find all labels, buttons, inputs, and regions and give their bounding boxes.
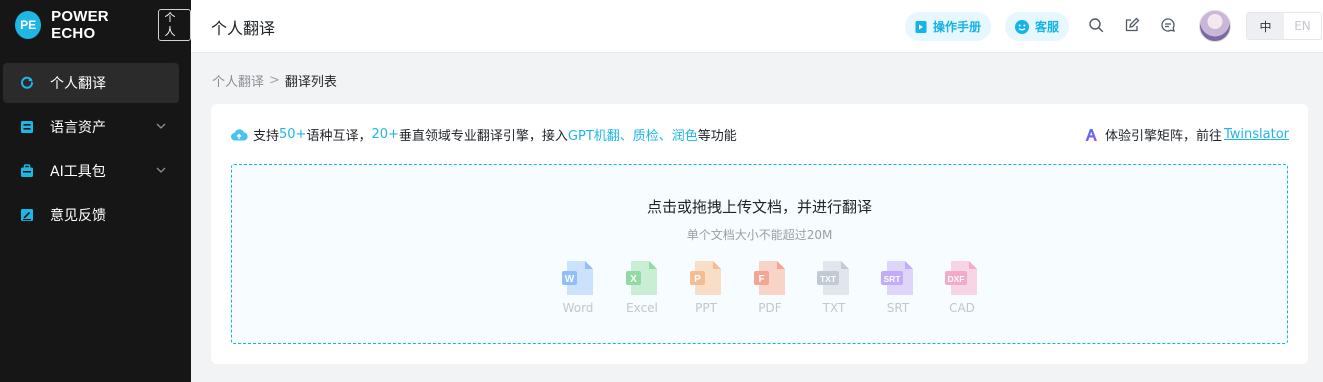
user-manual-label: 操作手册: [933, 20, 982, 34]
manual-icon: [914, 20, 928, 34]
format-label: CAD: [949, 301, 975, 315]
language-switch: 中 EN: [1246, 12, 1322, 40]
format-srt: SRT SRT: [866, 259, 930, 315]
page-title: 个人翻译: [211, 19, 276, 38]
smiley-icon: [1014, 19, 1030, 35]
file-badge-letter: P: [694, 274, 701, 285]
database-icon: [20, 120, 34, 134]
avatar[interactable]: [1199, 10, 1231, 42]
file-ppt-icon: P: [690, 261, 721, 295]
sidebar-item-label: 语言资产: [50, 120, 106, 136]
customer-service-label: 客服: [1035, 20, 1060, 34]
sidebar-item-personal-translation[interactable]: 个人翻译: [3, 63, 179, 103]
format-word: W Word: [546, 259, 610, 315]
feature-info: 支持 50+ 语种互译， 20+ 垂直领域专业翻译引擎，接入 GPT机翻、质检、…: [230, 125, 737, 144]
brand-name: POWER ECHO: [51, 8, 109, 42]
sidebar: PE POWER ECHO 个人 个人翻译 语言资产 AI工具包 意见反馈: [0, 0, 191, 382]
format-excel: X Excel: [610, 259, 674, 315]
engine-text: 体验引擎矩阵，前往: [1104, 129, 1222, 144]
customer-service-button[interactable]: 客服: [1005, 12, 1070, 41]
engine-matrix-info: 体验引擎矩阵，前往 Twinslator: [1084, 125, 1289, 144]
refresh-icon: [20, 76, 34, 90]
chat-icon[interactable]: [1160, 17, 1176, 33]
format-label: Word: [562, 301, 594, 315]
breadcrumb-root[interactable]: 个人翻译: [212, 71, 264, 90]
brand[interactable]: PE POWER ECHO 个人: [0, 0, 191, 50]
sidebar-item-label: 意见反馈: [50, 208, 106, 224]
search-icon[interactable]: [1088, 17, 1104, 33]
file-badge-letter: F: [758, 274, 764, 285]
sidebar-item-language-assets[interactable]: 语言资产: [3, 107, 179, 147]
file-pdf-icon: F: [754, 261, 785, 295]
format-label: TXT: [822, 301, 846, 315]
format-label: PPT: [695, 301, 717, 315]
file-badge-letter: DXF: [948, 274, 965, 284]
upload-dropzone[interactable]: 点击或拖拽上传文档，并进行翻译 单个文档大小不能超过20M W Word X Exce…: [231, 164, 1288, 344]
user-manual-button[interactable]: 操作手册: [905, 12, 992, 41]
cloud-icon: [230, 128, 248, 142]
info-highlight-languages: 50+: [279, 127, 307, 142]
format-label: PDF: [758, 301, 782, 315]
info-text: 语种互译，: [306, 129, 372, 144]
breadcrumb-current: 翻译列表: [284, 75, 337, 90]
chevron-down-icon: [156, 123, 166, 129]
file-badge-letter: W: [565, 274, 575, 285]
format-pdf: F PDF: [738, 259, 802, 315]
file-badge-letter: SRT: [884, 274, 902, 284]
upload-size-limit: 单个文档大小不能超过20M: [686, 228, 833, 242]
format-ppt: P PPT: [674, 259, 738, 315]
edit-note-icon: [20, 208, 34, 222]
upload-card: 支持 50+ 语种互译， 20+ 垂直领域专业翻译引擎，接入 GPT机翻、质检、…: [211, 104, 1308, 364]
file-badge-letter: X: [630, 274, 637, 285]
chevron-down-icon: [156, 167, 166, 173]
sidebar-item-feedback[interactable]: 意见反馈: [3, 195, 179, 235]
plan-badge: 个人: [158, 9, 191, 41]
format-cad: DXF CAD: [930, 259, 994, 315]
info-text: 支持: [253, 129, 280, 144]
brand-logo: PE: [15, 11, 42, 39]
twinslator-link[interactable]: Twinslator: [1224, 127, 1289, 142]
file-excel-icon: X: [626, 261, 657, 295]
info-highlight-domains: 20+: [371, 127, 399, 142]
file-srt-icon: SRT: [881, 261, 913, 295]
edit-icon[interactable]: [1124, 17, 1140, 33]
lang-en-option[interactable]: EN: [1284, 13, 1321, 39]
breadcrumb-separator: >: [269, 73, 280, 88]
supported-formats: W Word X Excel P PPT F PDF TXT TXT SRT SRT DXF CAD: [546, 259, 994, 315]
format-txt: TXT TXT: [802, 259, 866, 315]
sidebar-item-label: 个人翻译: [50, 76, 106, 92]
sidebar-item-label: AI工具包: [50, 164, 106, 180]
top-header: 个人翻译 操作手册 客服 中 EN: [191, 0, 1323, 53]
info-text: 垂直领域专业翻译引擎，接入: [398, 129, 568, 144]
sidebar-item-ai-toolkit[interactable]: AI工具包: [3, 151, 179, 191]
info-text: 等功能: [697, 129, 737, 144]
format-label: Excel: [626, 301, 658, 315]
lang-zh-option[interactable]: 中: [1247, 13, 1284, 39]
file-badge-letter: TXT: [820, 274, 837, 284]
engine-logo-icon: [1084, 128, 1098, 142]
file-cad-icon: DXF: [945, 261, 977, 295]
sidebar-nav: 个人翻译 语言资产 AI工具包 意见反馈: [0, 63, 191, 235]
file-txt-icon: TXT: [817, 261, 849, 295]
info-highlight-features: GPT机翻、质检、润色: [567, 129, 698, 144]
file-word-icon: W: [562, 261, 593, 295]
format-label: SRT: [886, 301, 910, 315]
breadcrumb: 个人翻译 > 翻译列表: [212, 71, 337, 90]
toolbox-icon: [20, 164, 34, 178]
upload-title: 点击或拖拽上传文档，并进行翻译: [646, 198, 872, 216]
